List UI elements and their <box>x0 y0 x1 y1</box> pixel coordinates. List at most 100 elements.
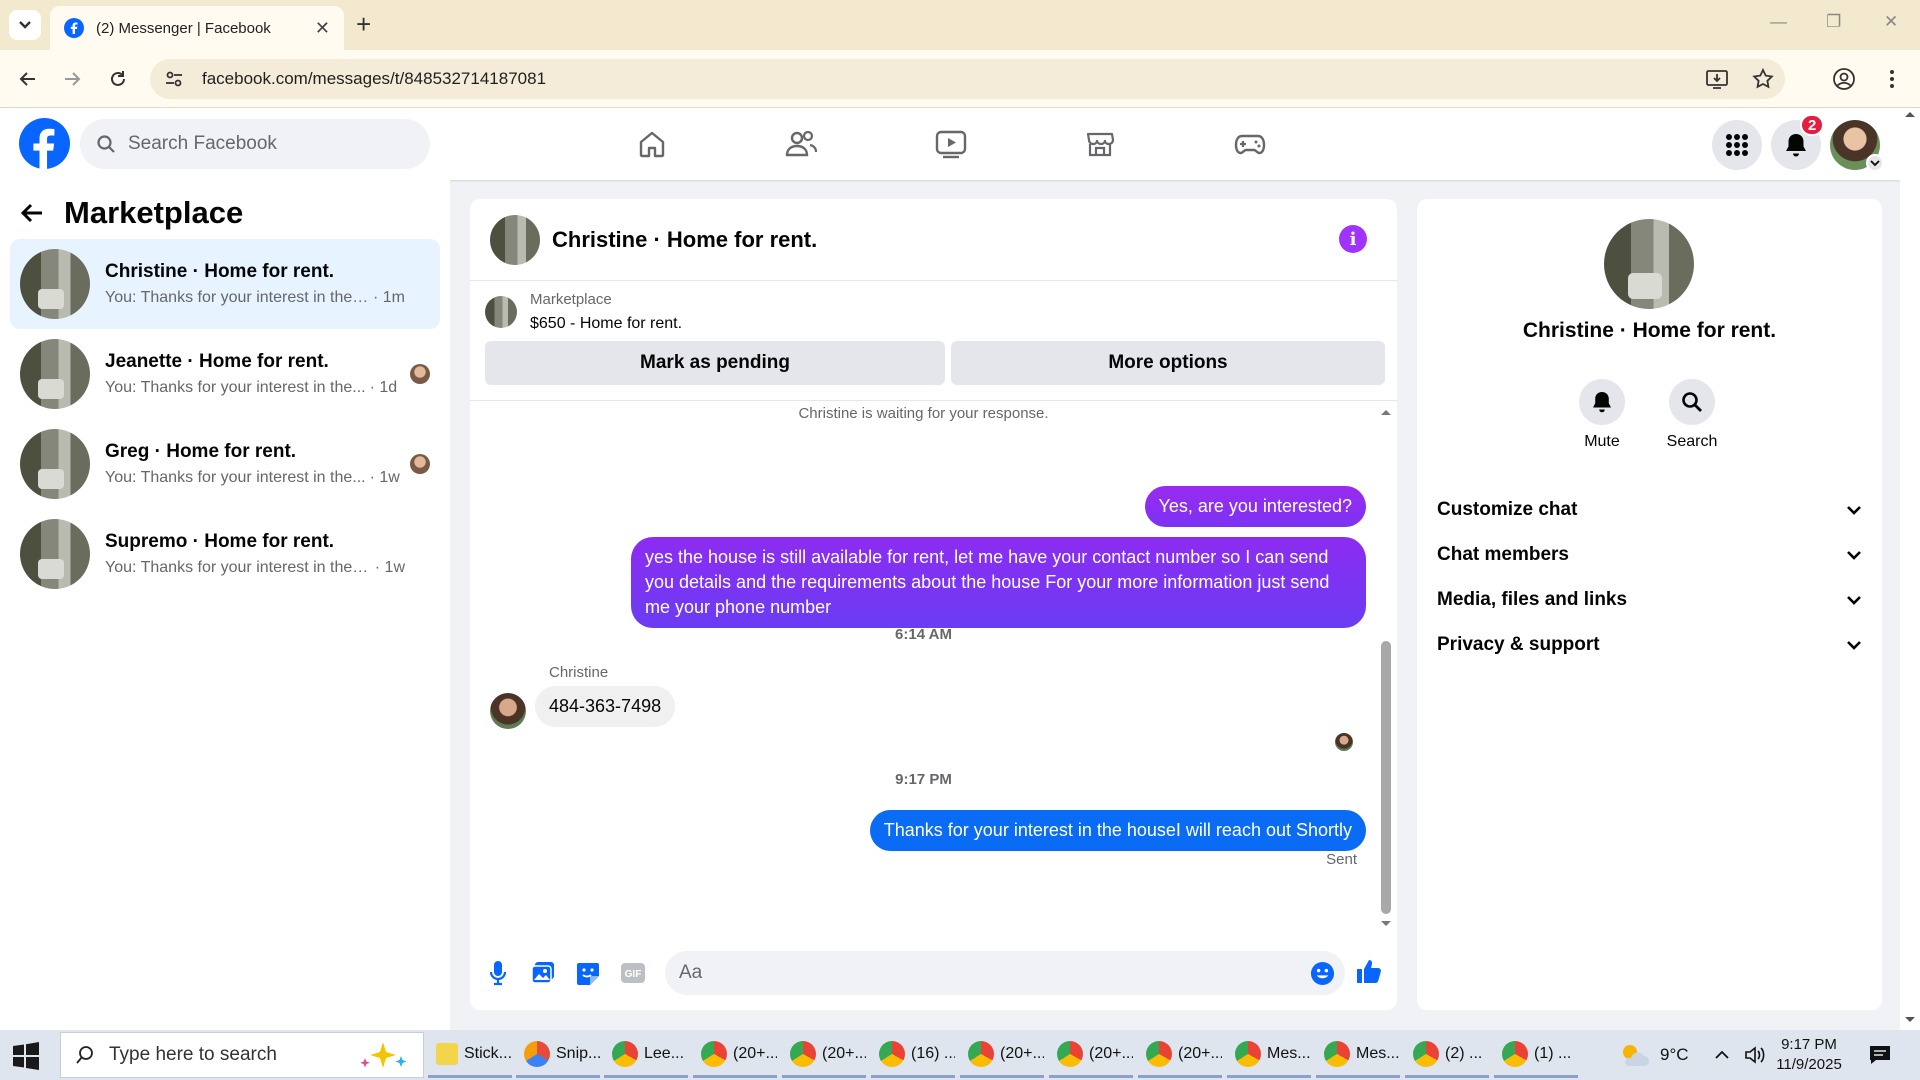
emoji-icon[interactable] <box>1310 961 1335 986</box>
taskbar-app-chrome[interactable]: Mes... <box>1316 1032 1400 1078</box>
listing-thumbnail[interactable] <box>485 296 517 328</box>
facebook-search[interactable] <box>80 119 430 169</box>
url-text: facebook.com/messages/t/848532714187081 <box>202 69 547 88</box>
media-files-links-row[interactable]: Media, files and links <box>1437 580 1862 620</box>
taskbar-app-chrome[interactable]: (20+... <box>960 1032 1044 1078</box>
browser-menu-button[interactable] <box>1878 65 1906 93</box>
close-window-button[interactable]: ✕ <box>1884 12 1898 32</box>
photo-icon <box>531 962 554 984</box>
chat-members-row[interactable]: Chat members <box>1437 535 1862 575</box>
timestamp-separator: 6:14 AM <box>895 626 952 643</box>
send-like-button[interactable] <box>1355 957 1383 985</box>
bookmark-star-icon[interactable] <box>1751 67 1775 91</box>
more-options-button[interactable]: More options <box>951 341 1385 385</box>
facebook-logo-icon[interactable] <box>19 118 70 169</box>
taskbar-app-chrome[interactable]: (2) ... <box>1405 1032 1489 1078</box>
conversation-time: · 1m <box>373 289 405 306</box>
info-icon[interactable]: i <box>1339 225 1367 253</box>
customize-chat-row[interactable]: Customize chat <box>1437 490 1862 530</box>
gaming-icon <box>1234 134 1266 155</box>
account-chevron[interactable] <box>1866 154 1884 172</box>
message-input[interactable] <box>679 962 1279 984</box>
site-settings-icon <box>166 71 182 87</box>
message-input-field[interactable] <box>665 951 1345 995</box>
seen-avatar <box>410 364 430 384</box>
listing-thumbnail <box>20 339 90 409</box>
privacy-support-row[interactable]: Privacy & support <box>1437 625 1862 665</box>
taskbar-app-chrome[interactable]: Lee... <box>604 1032 688 1078</box>
menu-button[interactable] <box>1712 120 1762 170</box>
conversation-item-supremo[interactable]: Supremo · Home for rent. You: Thanks for… <box>10 509 440 599</box>
tab-title: (2) Messenger | Facebook <box>96 19 271 37</box>
reload-button[interactable] <box>104 65 132 93</box>
conversation-item-christine[interactable]: Christine · Home for rent. You: Thanks f… <box>10 239 440 329</box>
incoming-message[interactable]: 484-363-7498 <box>535 686 676 727</box>
address-bar[interactable]: facebook.com/messages/t/848532714187081 <box>150 59 1785 99</box>
sender-avatar[interactable] <box>490 693 526 729</box>
nav-marketplace[interactable] <box>1045 124 1155 164</box>
partly-cloudy-icon <box>1623 1045 1649 1066</box>
search-icon <box>97 135 115 153</box>
conversation-avatar[interactable] <box>1604 219 1694 309</box>
nav-gaming[interactable] <box>1195 124 1305 164</box>
attach-photo-button[interactable] <box>529 959 557 987</box>
search-action[interactable]: Search <box>1652 379 1732 451</box>
restore-button[interactable]: ❐ <box>1826 12 1841 32</box>
chevron-up-icon[interactable] <box>1714 1050 1730 1060</box>
chat-title[interactable]: Christine · Home for rent. <box>552 227 817 253</box>
taskbar-app-chrome[interactable]: (20+... <box>693 1032 777 1078</box>
voice-clip-button[interactable] <box>484 959 512 987</box>
sticker-icon <box>577 963 599 985</box>
nav-friends[interactable] <box>746 124 856 164</box>
speaker-icon[interactable] <box>1744 1045 1766 1065</box>
taskbar-app-sticky-notes[interactable]: Stick... <box>428 1032 512 1078</box>
back-button[interactable] <box>14 65 42 93</box>
tab-close-icon[interactable]: ✕ <box>315 18 330 39</box>
arrow-left-icon <box>19 72 35 86</box>
scroll-up-icon <box>1381 410 1391 415</box>
sticker-button[interactable] <box>574 959 602 987</box>
taskbar-app-chrome[interactable]: Mes... <box>1227 1032 1311 1078</box>
nav-home[interactable] <box>597 124 707 164</box>
tab-search-button[interactable] <box>9 10 41 40</box>
taskbar-app-chrome[interactable]: (20+... <box>782 1032 866 1078</box>
page-scrollbar[interactable] <box>1900 108 1920 1030</box>
taskbar-clock[interactable]: 9:17 PM 11/9/2025 <box>1764 1035 1854 1075</box>
outgoing-message[interactable]: yes the house is still available for ren… <box>631 537 1366 628</box>
taskbar-app-chrome[interactable]: (16) ... <box>871 1032 955 1078</box>
taskbar-app-chrome[interactable]: (1) ... <box>1494 1032 1578 1078</box>
taskbar-app-chrome[interactable]: (20+... <box>1138 1032 1222 1078</box>
mute-action[interactable]: Mute <box>1562 379 1642 451</box>
taskbar-app-snipping[interactable]: Snip... <box>516 1032 600 1078</box>
gif-icon: GIF <box>621 963 645 983</box>
active-tab[interactable]: (2) Messenger | Facebook ✕ <box>50 6 344 50</box>
new-tab-button[interactable]: + <box>356 10 371 38</box>
profile-button[interactable] <box>1830 65 1858 93</box>
chrome-icon <box>1146 1040 1172 1067</box>
notification-center-button[interactable] <box>1868 1030 1892 1080</box>
minimize-button[interactable]: — <box>1770 12 1787 32</box>
install-app-icon[interactable] <box>1705 67 1729 91</box>
listing-price-title[interactable]: $650 - Home for rent. <box>530 315 682 333</box>
conversation-item-jeanette[interactable]: Jeanette · Home for rent. You: Thanks fo… <box>10 329 440 419</box>
back-arrow-icon[interactable] <box>20 202 44 224</box>
mute-label: Mute <box>1584 433 1620 450</box>
conversation-item-greg[interactable]: Greg · Home for rent. You: Thanks for yo… <box>10 419 440 509</box>
facebook-search-input[interactable] <box>128 133 398 155</box>
weather-widget[interactable]: 9°C <box>1618 1030 1689 1080</box>
gif-button[interactable]: GIF <box>619 959 647 987</box>
outgoing-message[interactable]: Yes, are you interested? <box>1144 486 1366 527</box>
taskbar-search[interactable]: Type here to search <box>60 1032 424 1078</box>
conversation-time: · 1w <box>369 469 400 486</box>
mark-as-pending-button[interactable]: Mark as pending <box>485 341 945 385</box>
facebook-header <box>0 108 1920 180</box>
windows-start-icon[interactable] <box>12 1042 40 1070</box>
forward-button[interactable] <box>58 65 86 93</box>
scrollbar-thumb[interactable] <box>1381 641 1391 914</box>
outgoing-message[interactable]: Thanks for your interest in the houseI w… <box>869 810 1366 851</box>
video-icon <box>935 130 967 159</box>
taskbar-app-chrome[interactable]: (20+... <box>1049 1032 1133 1078</box>
nav-video[interactable] <box>896 124 1006 164</box>
conversation-snippet: You: Thanks for your interest in the... <box>105 379 366 396</box>
chat-avatar[interactable] <box>490 214 540 265</box>
